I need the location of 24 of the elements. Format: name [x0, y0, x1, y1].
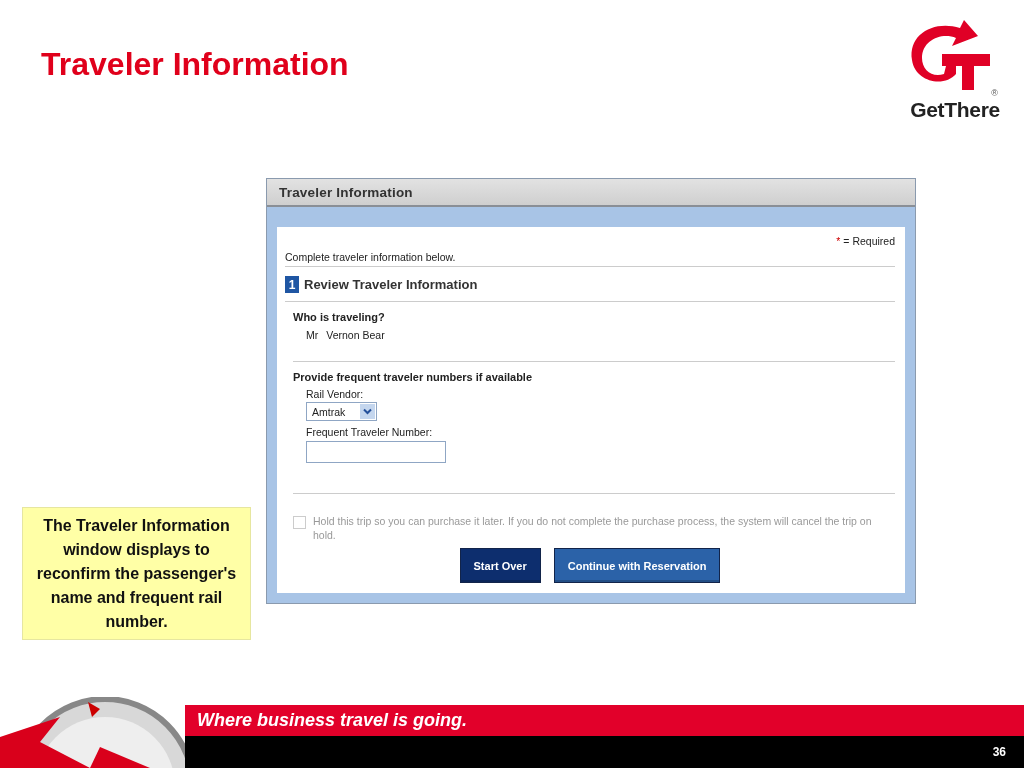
- intro-text: Complete traveler information below.: [285, 251, 456, 263]
- traveler-prefix: Mr: [306, 329, 319, 341]
- window-title: Traveler Information: [279, 184, 413, 200]
- vendor-dropdown[interactable]: Amtrak: [306, 402, 377, 421]
- dropdown-caret-icon: [360, 404, 375, 419]
- registered-mark: ®: [991, 88, 998, 98]
- field-label: Frequent Traveler Number:: [306, 426, 434, 438]
- section-heading: Who is traveling?: [293, 311, 386, 323]
- field-label: Rail Vendor:: [306, 388, 365, 400]
- step-title: Review Traveler Information: [304, 277, 478, 292]
- hold-label: Hold this trip so you can purchase it later. If you do not complete the purchase process, the system will cancel the trip on hold.: [313, 514, 873, 542]
- required-marker: *: [836, 235, 841, 247]
- logo-wordmark: GetThere: [910, 98, 1000, 122]
- tagline: Where business travel is going.: [197, 710, 468, 731]
- required-note: = Required: [843, 235, 895, 247]
- step-number: 1: [285, 276, 299, 293]
- slide-title: Traveler Information: [41, 45, 349, 84]
- traveler-name: Vernon Bear: [326, 329, 385, 341]
- start-over-button[interactable]: Start Over: [459, 548, 541, 583]
- callout-note: The Traveler Information window displays to reconfirm the passenger's name and frequent rail number.: [22, 507, 251, 640]
- traveler-number-field[interactable]: [306, 441, 446, 463]
- section-heading: Provide frequent traveler numbers if available: [293, 371, 534, 383]
- page-number: 36: [992, 745, 1006, 759]
- continue-button[interactable]: Continue with Reservation: [553, 548, 721, 583]
